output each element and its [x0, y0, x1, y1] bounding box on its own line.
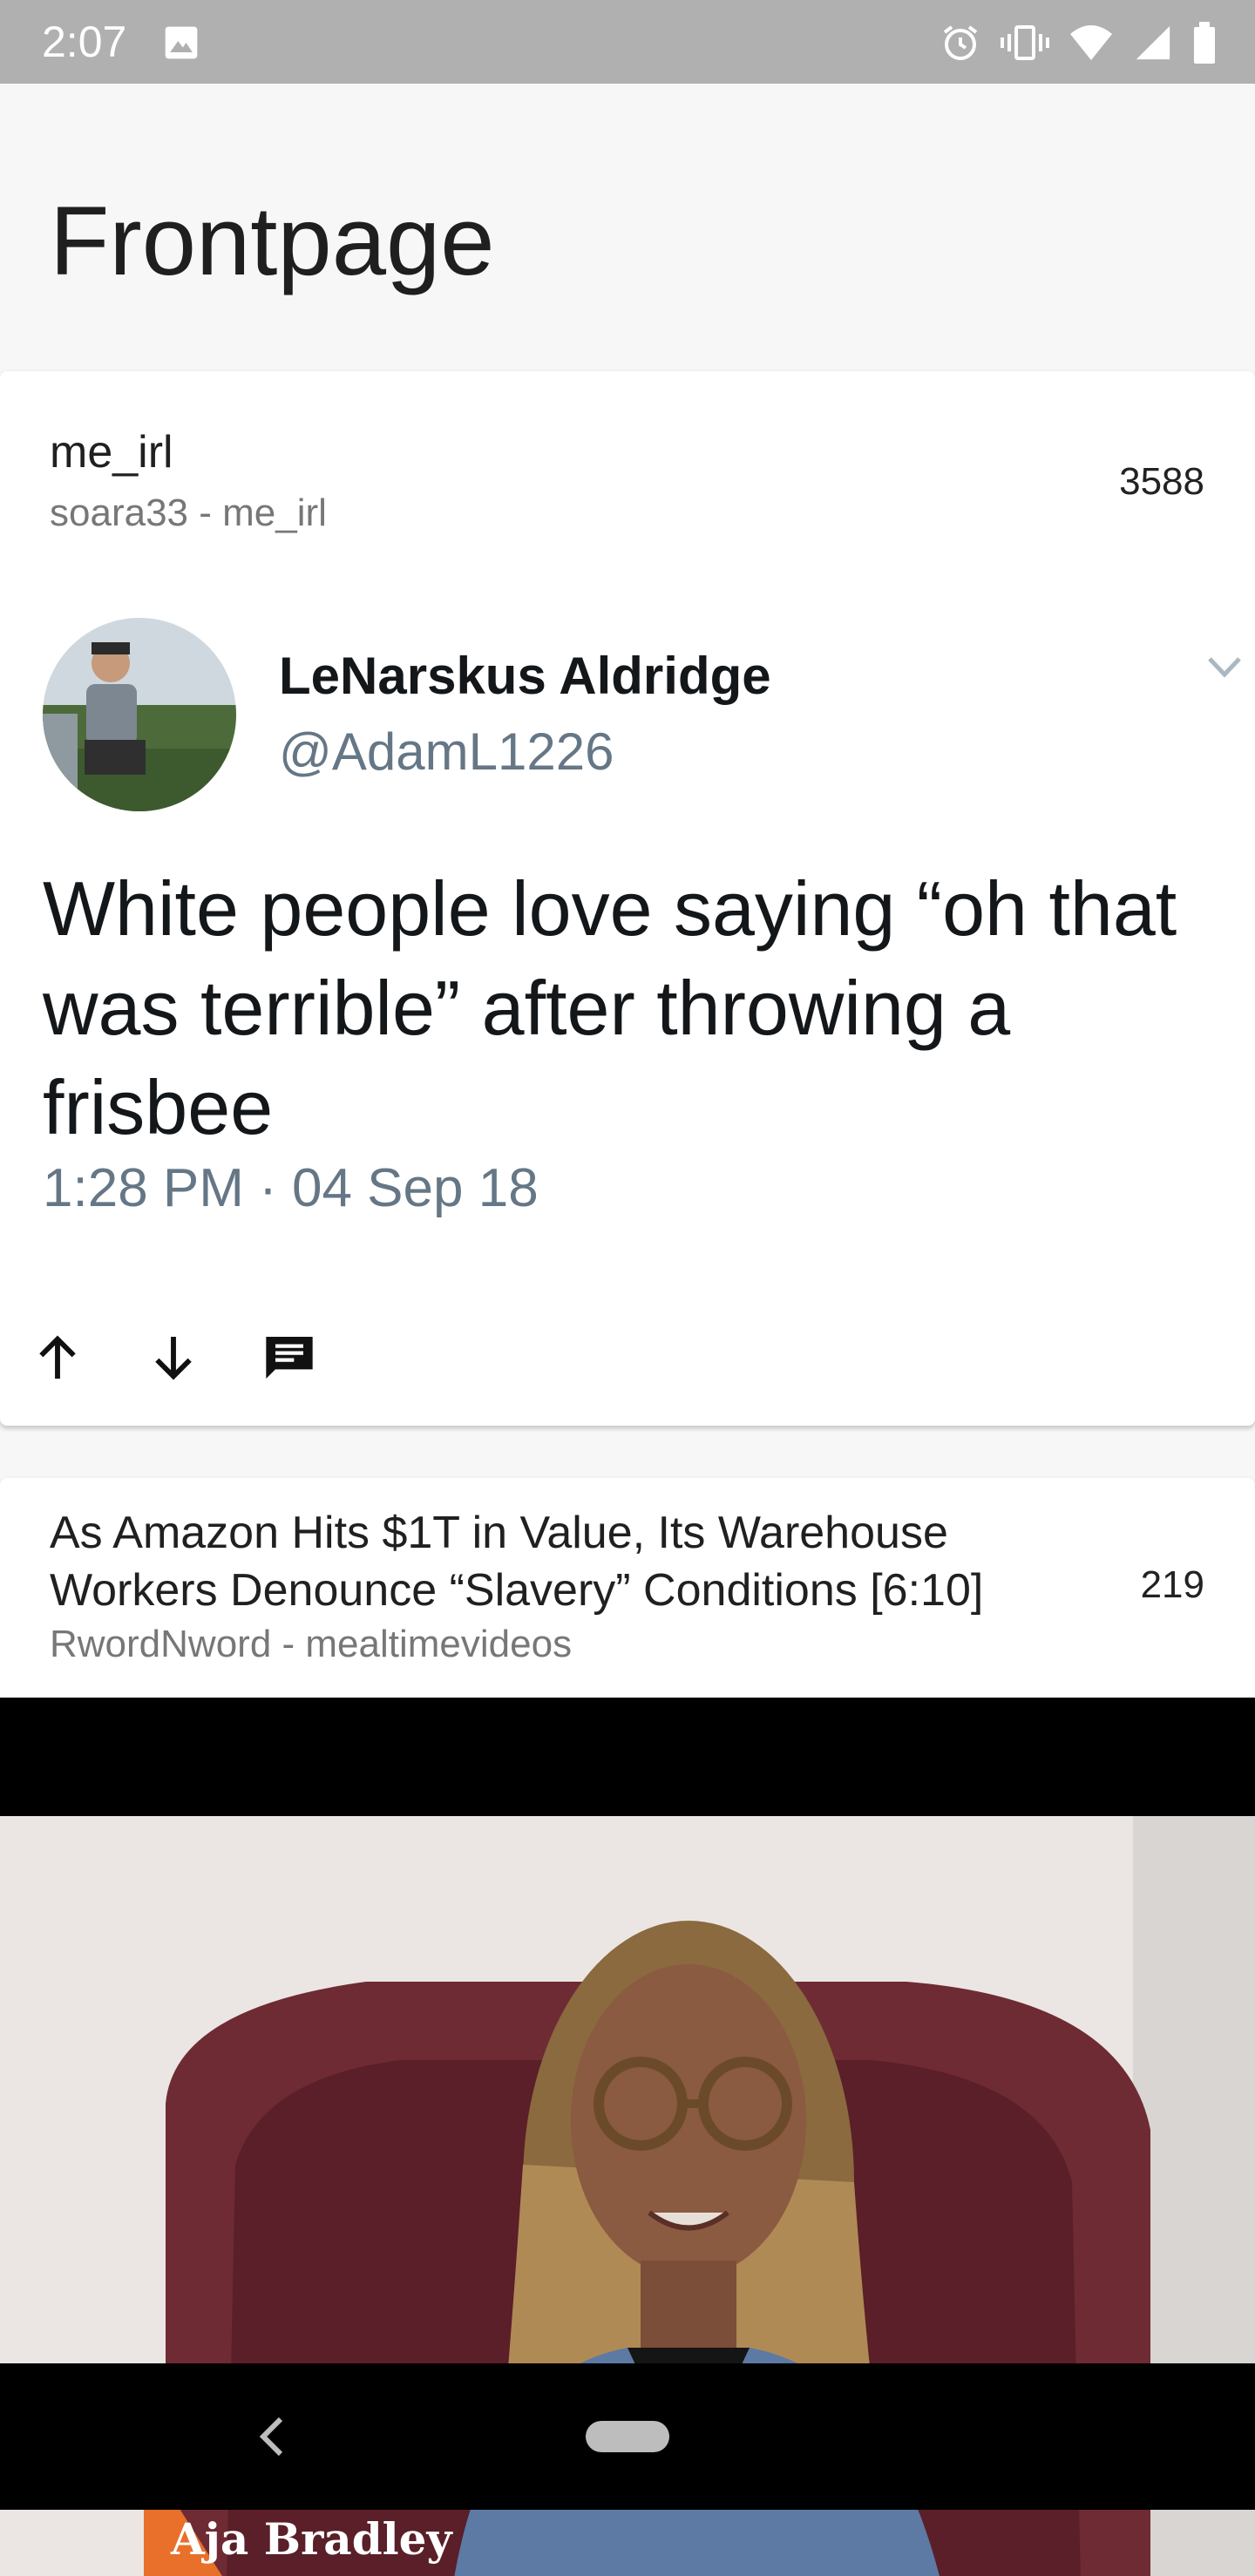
tweet-author-name: LeNarskus Aldridge [279, 647, 771, 705]
comment-icon[interactable] [261, 1330, 317, 1386]
alarm-icon [943, 25, 978, 60]
status-icons [940, 21, 1217, 64]
video-lower-third: Aja Bradley [171, 2513, 452, 2565]
status-bar: 2:07 [0, 0, 1255, 84]
tweet-timestamp: 1:28 PM · 04 Sep 18 [43, 1158, 539, 1218]
battery-icon [1194, 22, 1215, 64]
post-meta: RwordNword - mealtimevideos [50, 1623, 573, 1665]
chevron-down-icon [1208, 657, 1241, 678]
upvote-icon[interactable] [30, 1330, 85, 1386]
tweet-author-handle: @AdamL1226 [279, 722, 614, 781]
signal-icon [1136, 25, 1170, 60]
downvote-icon[interactable] [146, 1330, 201, 1386]
home-button[interactable] [586, 2421, 669, 2452]
status-time: 2:07 [42, 17, 127, 66]
post-score: 219 [1140, 1563, 1204, 1606]
navigation-bar [0, 2363, 1255, 2510]
tweet-text: White people love saying “oh that was te… [43, 865, 1177, 1150]
back-icon[interactable] [254, 2414, 289, 2459]
wifi-icon [1070, 25, 1112, 60]
post-title[interactable]: me_irl [50, 424, 173, 481]
post-title[interactable]: As Amazon Hits $1T in Value, Its Warehou… [50, 1504, 1096, 1619]
page-title: Frontpage [50, 186, 495, 295]
image-icon [165, 26, 198, 59]
post-card[interactable]: me_irl soara33 - me_irl 3588 LeNarskus A… [0, 371, 1255, 1426]
post-score: 3588 [1119, 460, 1204, 503]
vibrate-icon [1001, 25, 1049, 60]
post-meta: soara33 - me_irl [50, 491, 327, 534]
tweet-avatar [43, 618, 236, 811]
